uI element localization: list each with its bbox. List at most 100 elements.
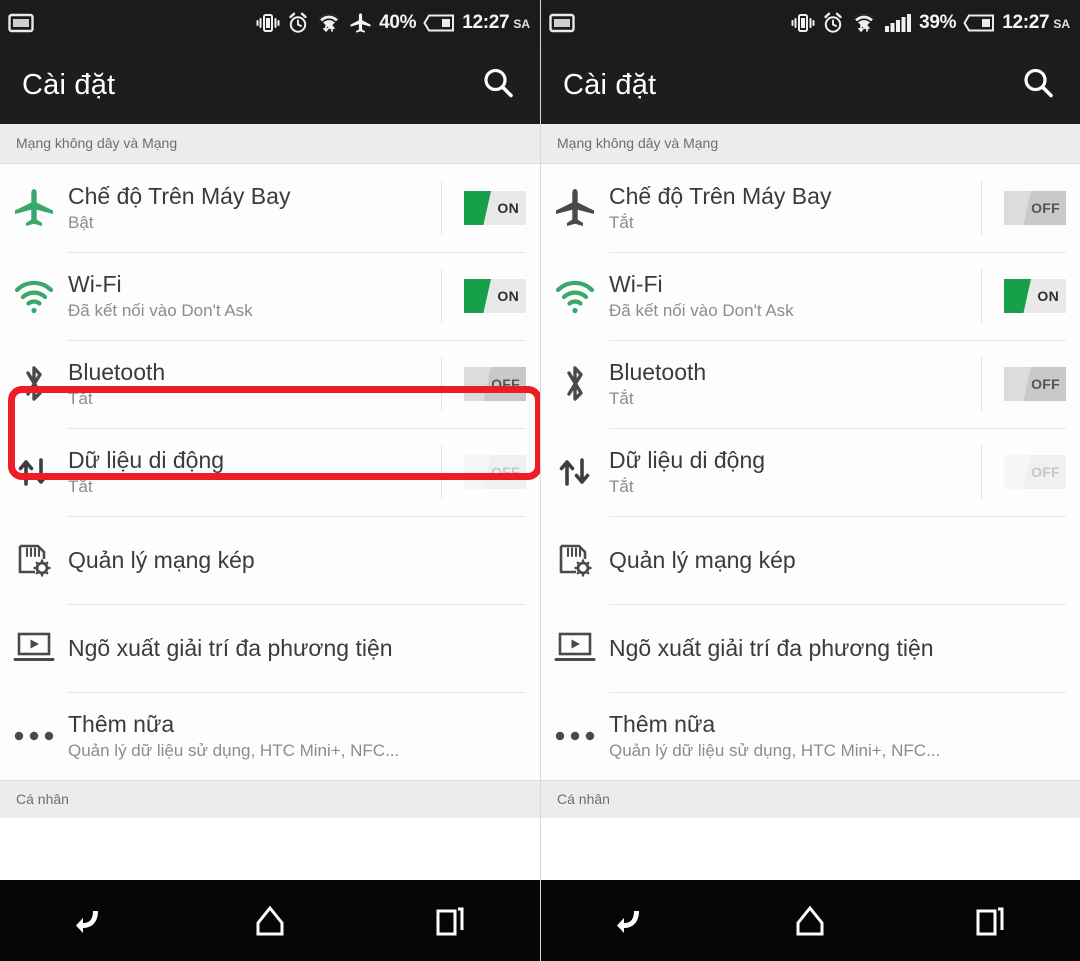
settings-row-mobile-data[interactable]: Dữ liệu di động Tắt OFF xyxy=(0,428,540,516)
settings-row-bluetooth[interactable]: Bluetooth Tắt OFF xyxy=(541,340,1080,428)
page-title: Cài đặt xyxy=(563,68,657,101)
row-subtitle: Đã kết nối vào Don't Ask xyxy=(68,300,253,320)
back-icon[interactable] xyxy=(586,891,676,951)
page-title: Cài đặt xyxy=(22,68,116,101)
wifi-toggle[interactable]: ON xyxy=(464,279,526,313)
row-text: Dữ liệu di động Tắt xyxy=(68,447,434,497)
row-title: Chế độ Trên Máy Bay xyxy=(609,183,832,210)
wifi-icon xyxy=(0,276,68,316)
settings-row-wifi[interactable]: Wi-Fi Đã kết nối vào Don't Ask ON xyxy=(0,252,540,340)
row-title: Thêm nữa xyxy=(68,711,175,738)
status-bar-left-icons xyxy=(8,13,34,33)
toggle-knob xyxy=(1004,191,1031,225)
navigation-bar xyxy=(0,877,540,961)
row-subtitle: Quản lý dữ liệu sử dụng, HTC Mini+, NFC.… xyxy=(68,740,400,760)
toggle-knob xyxy=(1004,455,1031,489)
toggle-wrap: ON xyxy=(434,180,526,236)
mobile-data-icon xyxy=(0,450,68,494)
row-text: Dữ liệu di động Tắt xyxy=(609,447,974,497)
toggle-label: OFF xyxy=(1031,200,1060,216)
row-text: Wi-Fi Đã kết nối vào Don't Ask xyxy=(609,271,974,321)
settings-row-dual-network[interactable]: Quản lý mạng kép xyxy=(541,516,1080,604)
row-title: Bluetooth xyxy=(68,359,166,386)
wifi-toggle[interactable]: ON xyxy=(1004,279,1066,313)
status-bar: 40% 12:27 SA xyxy=(0,0,540,46)
row-subtitle: Tắt xyxy=(68,388,93,408)
mobile-data-toggle[interactable]: OFF xyxy=(464,455,526,489)
row-title: Wi-Fi xyxy=(609,271,663,298)
clock-label: 12:27 xyxy=(462,12,510,33)
row-text: Chế độ Trên Máy Bay Bật xyxy=(68,183,434,233)
toggle-label: OFF xyxy=(491,464,520,480)
clock-period-label: SA xyxy=(1053,17,1070,31)
recents-icon[interactable] xyxy=(405,891,495,951)
battery-percent-label: 40% xyxy=(379,12,417,33)
divider xyxy=(981,269,982,323)
toggle-knob xyxy=(464,279,491,313)
toggle-wrap: OFF xyxy=(974,356,1066,412)
divider xyxy=(441,357,442,411)
bluetooth-toggle[interactable]: OFF xyxy=(464,367,526,401)
row-subtitle: Tắt xyxy=(68,476,93,496)
row-text: Ngõ xuất giải trí đa phương tiện xyxy=(609,635,1066,661)
more-dots-icon xyxy=(541,728,609,744)
bluetooth-toggle[interactable]: OFF xyxy=(1004,367,1066,401)
status-bar-left-icons xyxy=(549,13,575,33)
home-icon[interactable] xyxy=(765,891,855,951)
settings-list[interactable]: Mạng không dây và Mạng Chế độ Trên Máy B… xyxy=(0,124,540,877)
phone-screen-left: 40% 12:27 SA Cài đặt Mạng không dây và M… xyxy=(0,0,540,961)
settings-row-more[interactable]: Thêm nữa Quản lý dữ liệu sử dụng, HTC Mi… xyxy=(0,692,540,780)
toggle-label: OFF xyxy=(1031,464,1060,480)
toggle-label: ON xyxy=(497,288,519,304)
toggle-label: ON xyxy=(1037,288,1059,304)
toggle-wrap: OFF xyxy=(434,444,526,500)
toggle-knob xyxy=(464,367,491,401)
back-icon[interactable] xyxy=(45,891,135,951)
row-title: Quản lý mạng kép xyxy=(68,546,255,573)
mobile-data-toggle[interactable]: OFF xyxy=(1004,455,1066,489)
airplane-mode-toggle[interactable]: ON xyxy=(464,191,526,225)
dual-screenshot-comparison: 40% 12:27 SA Cài đặt Mạng không dây và M… xyxy=(0,0,1080,961)
row-subtitle: Tắt xyxy=(609,388,634,408)
divider xyxy=(981,181,982,235)
toggle-wrap: OFF xyxy=(974,180,1066,236)
row-title: Dữ liệu di động xyxy=(68,447,225,474)
mobile-data-icon xyxy=(541,450,609,494)
airplane-mode-toggle[interactable]: OFF xyxy=(1004,191,1066,225)
row-text: Wi-Fi Đã kết nối vào Don't Ask xyxy=(68,271,434,321)
action-bar: Cài đặt xyxy=(0,46,540,124)
navigation-bar xyxy=(541,877,1080,961)
settings-row-mobile-data[interactable]: Dữ liệu di động Tắt OFF xyxy=(541,428,1080,516)
toggle-knob xyxy=(464,455,491,489)
search-icon[interactable] xyxy=(1020,65,1056,106)
status-bar-right-icons: 40% 12:27 SA xyxy=(256,12,530,34)
toggle-label: OFF xyxy=(1031,376,1060,392)
settings-row-wifi[interactable]: Wi-Fi Đã kết nối vào Don't Ask ON xyxy=(541,252,1080,340)
row-title: Dữ liệu di động xyxy=(609,447,766,474)
settings-row-dual-network[interactable]: Quản lý mạng kép xyxy=(0,516,540,604)
section-header-personal: Cá nhân xyxy=(541,780,1080,818)
divider xyxy=(981,445,982,499)
settings-row-bluetooth[interactable]: Bluetooth Tắt OFF xyxy=(0,340,540,428)
wifi-transfer-icon xyxy=(851,12,877,34)
toggle-wrap: ON xyxy=(974,268,1066,324)
alarm-clock-icon xyxy=(287,12,309,34)
home-icon[interactable] xyxy=(225,891,315,951)
toggle-wrap: ON xyxy=(434,268,526,324)
row-title: Ngõ xuất giải trí đa phương tiện xyxy=(609,634,934,661)
row-subtitle: Tắt xyxy=(609,212,634,232)
battery-percent-label: 39% xyxy=(919,12,957,33)
airplane-icon xyxy=(349,12,372,34)
settings-row-media-output[interactable]: Ngõ xuất giải trí đa phương tiện xyxy=(0,604,540,692)
toggle-knob xyxy=(464,191,491,225)
settings-row-airplane-mode[interactable]: Chế độ Trên Máy Bay Bật ON xyxy=(0,164,540,252)
settings-list[interactable]: Mạng không dây và Mạng Chế độ Trên Máy B… xyxy=(541,124,1080,877)
search-icon[interactable] xyxy=(480,65,516,106)
settings-row-airplane-mode[interactable]: Chế độ Trên Máy Bay Tắt OFF xyxy=(541,164,1080,252)
divider xyxy=(981,357,982,411)
airplane-icon xyxy=(0,186,68,230)
recents-icon[interactable] xyxy=(945,891,1035,951)
settings-row-media-output[interactable]: Ngõ xuất giải trí đa phương tiện xyxy=(541,604,1080,692)
toggle-wrap: OFF xyxy=(434,356,526,412)
settings-row-more[interactable]: Thêm nữa Quản lý dữ liệu sử dụng, HTC Mi… xyxy=(541,692,1080,780)
